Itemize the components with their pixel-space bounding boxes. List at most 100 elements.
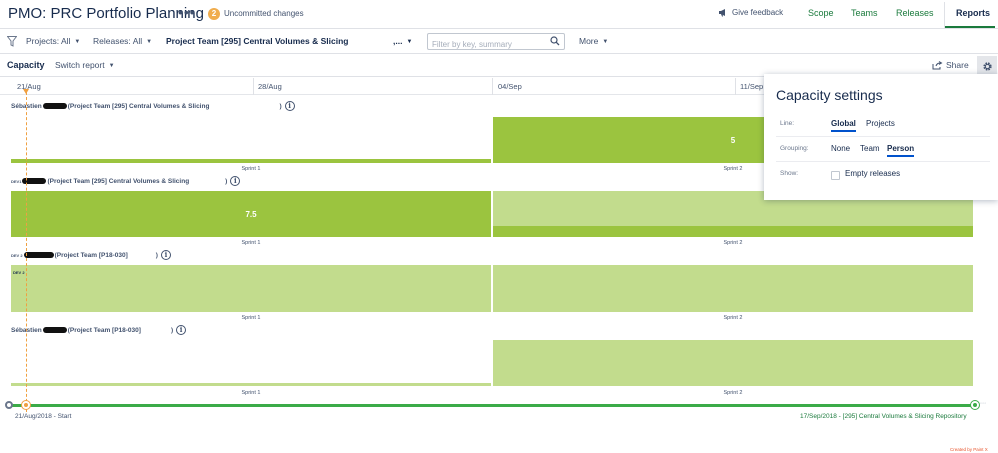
- switch-report-button[interactable]: Switch report ▼: [55, 60, 115, 70]
- search-input[interactable]: [428, 37, 543, 52]
- tab-teams[interactable]: Teams: [851, 8, 878, 18]
- tab-scope[interactable]: Scope: [808, 8, 834, 18]
- capacity-bar[interactable]: [493, 340, 973, 386]
- lane-label: DEV 2 (Project Team [P18-030]) i: [11, 250, 171, 260]
- settings-button[interactable]: [977, 56, 997, 76]
- lane-label: Sébastien (Project Team [P18-030]) i: [11, 325, 187, 335]
- releases-filter[interactable]: Releases: All ▼: [93, 36, 152, 46]
- chevron-down-icon: ▼: [108, 63, 115, 69]
- lane-person-name: DEV1: [11, 178, 22, 184]
- switch-report-label: Switch report: [55, 60, 105, 70]
- give-feedback-button[interactable]: Give feedback: [718, 8, 783, 17]
- info-icon[interactable]: i: [230, 176, 241, 186]
- timeline-divider: [492, 78, 493, 95]
- timeline-date: 28/Aug: [258, 82, 282, 91]
- tab-reports[interactable]: Reports: [956, 8, 990, 18]
- sprint-label: Sprint 2: [723, 315, 743, 321]
- lane-team-name: (Project Team [295] Central Volumes & Sl…: [47, 177, 190, 185]
- chevron-down-icon: ▼: [146, 39, 153, 45]
- grouping-option-none[interactable]: None: [831, 144, 850, 155]
- capacity-bar[interactable]: [11, 159, 491, 163]
- lane-team-name: (Project Team [P18-030]: [67, 326, 141, 334]
- line-setting-label: Line:: [780, 120, 795, 127]
- chevron-down-icon: ▼: [406, 39, 413, 45]
- lane-label-close: ): [155, 251, 158, 259]
- capacity-value: 7.5: [245, 209, 257, 219]
- lane-person-name: DEV 2: [11, 252, 23, 258]
- search-icon[interactable]: [550, 36, 560, 46]
- lane-team-name: (Project Team [295] Central Volumes & Sl…: [67, 102, 210, 110]
- lane-label-close: ): [225, 177, 228, 185]
- created-by-watermark: Created by Paint X: [950, 447, 988, 452]
- tab-releases[interactable]: Releases: [896, 8, 934, 18]
- share-label: Share: [946, 60, 969, 70]
- search-field[interactable]: [427, 33, 565, 52]
- team-filter-more-label: ,...: [393, 36, 403, 46]
- projects-filter[interactable]: Projects: All ▼: [26, 36, 80, 46]
- more-filters-label: More: [579, 36, 599, 46]
- gear-icon: [982, 61, 992, 71]
- info-icon[interactable]: i: [160, 250, 171, 260]
- grouping-option-person[interactable]: Person: [887, 144, 915, 157]
- uncommitted-changes-link[interactable]: Uncommitted changes: [224, 9, 304, 18]
- scrubber-end-handle[interactable]: [971, 401, 979, 409]
- releases-filter-label: Releases: All: [93, 36, 143, 46]
- capacity-value: 5: [730, 135, 736, 145]
- sprint-label: Sprint 2: [723, 166, 743, 172]
- grouping-setting-row: Grouping: None Team Person: [776, 138, 990, 162]
- timeline-date: 04/Sep: [498, 82, 522, 91]
- capacity-bar[interactable]: [493, 226, 973, 237]
- empty-releases-checkbox[interactable]: [831, 171, 840, 180]
- redacted-name: [23, 252, 54, 258]
- timeline-start-label: 21/Aug/2018 - Start: [15, 413, 72, 420]
- filter-bar: Projects: All ▼ Releases: All ▼ Project Te…: [0, 28, 998, 54]
- lane-team-name: (Project Team [P18-030]: [54, 251, 128, 259]
- capacity-bar[interactable]: 7.5: [11, 191, 491, 237]
- report-title: Capacity: [7, 60, 45, 70]
- chevron-down-icon: ▼: [74, 39, 81, 45]
- redacted-name: [42, 327, 67, 333]
- share-icon: [932, 60, 943, 69]
- timeline-divider: [253, 78, 254, 95]
- info-icon[interactable]: i: [284, 101, 295, 111]
- capacity-bar[interactable]: [11, 265, 491, 312]
- empty-releases-label[interactable]: Empty releases: [845, 169, 900, 180]
- grouping-option-team[interactable]: Team: [860, 144, 880, 155]
- sprint-label: Sprint 1: [241, 315, 261, 321]
- redacted-name: [42, 103, 67, 109]
- scrubber-start-handle[interactable]: [5, 401, 13, 409]
- megaphone-icon: [719, 9, 725, 17]
- sprint-label: Sprint 1: [241, 390, 261, 396]
- line-option-global[interactable]: Global: [831, 119, 856, 132]
- line-setting-row: Line: Global Projects: [776, 113, 990, 137]
- uncommitted-count-badge[interactable]: 2: [208, 8, 220, 20]
- ellipsis-icon[interactable]: •••: [178, 4, 196, 20]
- filter-icon[interactable]: [7, 36, 17, 47]
- scrubber-overflow-indicator: ◦◦◦: [980, 401, 987, 407]
- team-filter-more[interactable]: ,... ▼: [393, 36, 412, 46]
- timeline-end-label[interactable]: 17/Sep/2018 - [295] Central Volumes & Sl…: [800, 413, 967, 420]
- line-option-projects[interactable]: Projects: [866, 119, 895, 130]
- more-filters-button[interactable]: More ▼: [579, 36, 608, 46]
- info-icon[interactable]: i: [176, 325, 187, 335]
- lane-label-close: ): [170, 326, 174, 334]
- lane-label-close: ): [279, 102, 282, 110]
- scrubber-today-handle[interactable]: [22, 401, 30, 409]
- show-setting-row: Show: Empty releases: [776, 163, 990, 187]
- sprint-label: Sprint 2: [723, 390, 743, 396]
- share-button[interactable]: Share: [932, 60, 969, 70]
- chevron-down-icon: ▼: [602, 39, 609, 45]
- timeline-date: 11/Sep: [740, 82, 764, 91]
- capacity-bar[interactable]: [493, 265, 973, 312]
- capacity-bar[interactable]: [11, 383, 491, 386]
- sprint-label: Sprint 2: [723, 240, 743, 246]
- team-filter[interactable]: Project Team [295] Central Volumes & Sli…: [166, 36, 349, 46]
- tab-divider: [944, 2, 945, 28]
- capacity-settings-panel: Capacity settings Line: Global Projects …: [764, 74, 998, 200]
- timeline-divider: [735, 78, 736, 95]
- grouping-setting-label: Grouping:: [780, 145, 809, 152]
- page-title: PMO: PRC Portfolio Planning: [8, 5, 204, 22]
- sprint-label: Sprint 1: [241, 240, 261, 246]
- show-setting-label: Show:: [780, 170, 799, 177]
- timeline-scrubber-track[interactable]: [11, 404, 975, 407]
